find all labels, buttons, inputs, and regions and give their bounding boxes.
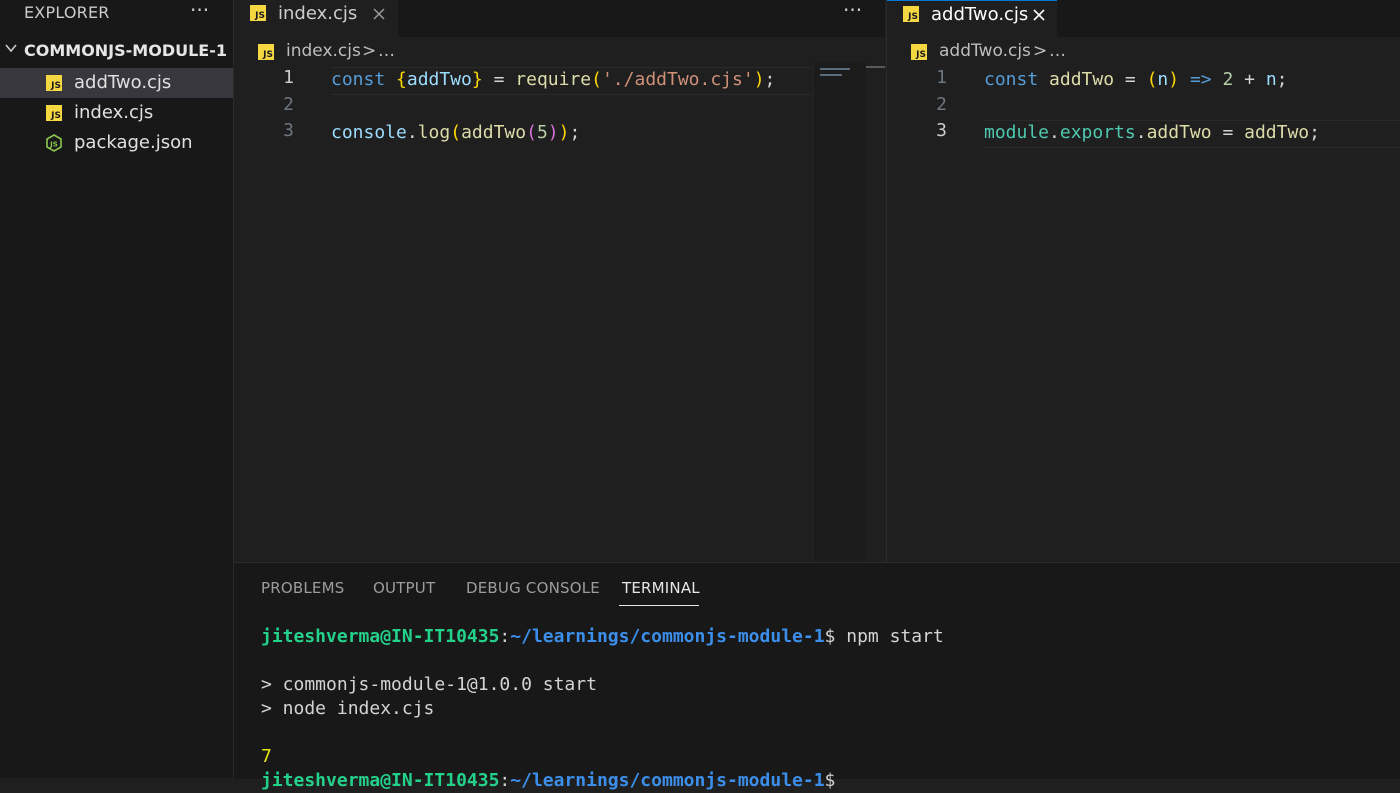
line-number: 3 bbox=[936, 120, 947, 141]
tab-output[interactable]: OUTPUT bbox=[373, 579, 435, 597]
tab-label: addTwo.cjs bbox=[931, 4, 1029, 25]
folder-row[interactable]: COMMONJS-MODULE-1 bbox=[0, 40, 233, 64]
code-line-3[interactable]: console.log(addTwo(5)); bbox=[331, 119, 580, 146]
js-file-icon: JS bbox=[250, 5, 266, 21]
tab-bar: JS index.cjs ··· bbox=[234, 0, 885, 37]
explorer-more-button[interactable]: ··· bbox=[190, 0, 209, 22]
explorer-sidebar: EXPLORER ··· COMMONJS-MODULE-1 JS addTwo… bbox=[0, 0, 234, 778]
editor-group-right: JS addTwo.cjs JS addTwo.cjs > … 1 2 3 co… bbox=[886, 0, 1400, 562]
tab-problems[interactable]: PROBLEMS bbox=[261, 579, 344, 597]
terminal-result: 7 bbox=[261, 746, 272, 767]
vertical-scrollbar[interactable] bbox=[866, 62, 885, 562]
bottom-panel: PROBLEMS OUTPUT DEBUG CONSOLE TERMINAL j… bbox=[234, 562, 1400, 791]
line-number: 3 bbox=[283, 120, 294, 141]
js-file-icon: JS bbox=[911, 44, 927, 60]
breadcrumb-separator: > bbox=[1033, 41, 1048, 61]
breadcrumb-more[interactable]: … bbox=[1049, 41, 1066, 61]
line-number: 2 bbox=[283, 94, 294, 115]
tab-index-cjs[interactable]: JS index.cjs bbox=[234, 0, 398, 37]
file-item-addtwo[interactable]: JS addTwo.cjs bbox=[0, 68, 233, 98]
svg-text:JS: JS bbox=[49, 141, 58, 149]
code-line-3[interactable]: module.exports.addTwo = addTwo; bbox=[984, 119, 1320, 146]
line-number: 2 bbox=[936, 94, 947, 115]
breadcrumb-more[interactable]: … bbox=[378, 41, 395, 61]
folder-name: COMMONJS-MODULE-1 bbox=[24, 41, 227, 60]
file-label: index.cjs bbox=[74, 102, 154, 123]
tab-bar: JS addTwo.cjs bbox=[887, 0, 1400, 38]
js-file-icon: JS bbox=[46, 75, 62, 91]
close-icon[interactable] bbox=[1032, 8, 1046, 22]
js-file-icon: JS bbox=[258, 44, 274, 60]
code-line-1[interactable]: const {addTwo} = require('./addTwo.cjs')… bbox=[331, 66, 775, 93]
editor-group-left: JS index.cjs ··· JS index.cjs > … 1 2 3 … bbox=[234, 0, 885, 562]
js-file-icon: JS bbox=[903, 6, 919, 22]
terminal-next-prompt[interactable]: jiteshverma@IN-IT10435:~/learnings/commo… bbox=[261, 769, 835, 793]
file-item-package-json[interactable]: JS package.json bbox=[0, 128, 233, 158]
terminal-output-line: > node index.cjs bbox=[261, 698, 435, 719]
line-number: 1 bbox=[283, 67, 294, 88]
line-number: 1 bbox=[936, 67, 947, 88]
editor-more-button[interactable]: ··· bbox=[843, 0, 862, 22]
breadcrumb-file[interactable]: index.cjs bbox=[286, 41, 361, 61]
node-file-icon: JS bbox=[46, 134, 62, 152]
breadcrumb-file[interactable]: addTwo.cjs bbox=[939, 41, 1031, 61]
scroll-thumb[interactable] bbox=[866, 66, 885, 68]
code-line-1[interactable]: const addTwo = (n) => 2 + n; bbox=[984, 66, 1288, 93]
tab-debug-console[interactable]: DEBUG CONSOLE bbox=[466, 579, 600, 597]
minimap-line bbox=[820, 74, 842, 76]
breadcrumb-separator: > bbox=[362, 41, 377, 61]
chevron-down-icon bbox=[5, 44, 17, 53]
close-icon[interactable] bbox=[372, 7, 386, 21]
active-tab-indicator bbox=[619, 605, 699, 606]
explorer-title: EXPLORER bbox=[24, 3, 110, 22]
file-label: package.json bbox=[74, 132, 193, 153]
file-item-index[interactable]: JS index.cjs bbox=[0, 98, 233, 128]
terminal-prompt-line[interactable]: jiteshverma@IN-IT10435:~/learnings/commo… bbox=[261, 625, 944, 649]
js-file-icon: JS bbox=[46, 105, 62, 121]
tab-label: index.cjs bbox=[278, 3, 358, 24]
minimap[interactable] bbox=[813, 62, 867, 562]
minimap-line bbox=[820, 68, 850, 70]
tab-addtwo-cjs[interactable]: JS addTwo.cjs bbox=[887, 0, 1057, 38]
file-label: addTwo.cjs bbox=[74, 72, 172, 93]
terminal-output-line: > commonjs-module-1@1.0.0 start bbox=[261, 674, 597, 695]
tab-terminal[interactable]: TERMINAL bbox=[622, 579, 700, 597]
